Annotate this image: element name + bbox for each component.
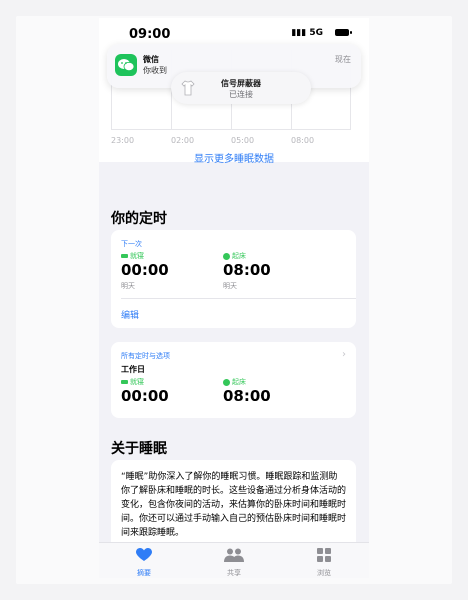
bed-icon xyxy=(121,254,128,258)
next-heading: 下一次 xyxy=(121,240,142,248)
signal-blocker-popup[interactable]: 信号屏蔽器 已连接 xyxy=(171,72,311,104)
notification-body: 你收到 xyxy=(143,66,167,75)
card-divider xyxy=(121,298,356,299)
heart-icon xyxy=(136,548,152,561)
next-wake-day: 明天 xyxy=(223,282,237,290)
tab-label: 摘要 xyxy=(137,569,151,577)
wake-label: 起床 xyxy=(223,251,246,261)
popup-title: 信号屏蔽器 xyxy=(221,79,261,88)
status-time: 09:00 xyxy=(129,27,171,42)
edit-button[interactable]: 编辑 xyxy=(121,308,139,321)
alarm-icon xyxy=(223,378,230,386)
next-schedule-card: 下一次 就寝 00:00 明天 起床 08:00 明天 编辑 xyxy=(111,230,356,328)
wechat-notification[interactable]: 微信 你收到 现在 信号屏蔽器 已连接 xyxy=(107,44,361,104)
all-schedules-link[interactable]: 所有定时与选项 xyxy=(121,351,170,361)
chart-tick-label: 08:00 xyxy=(291,136,315,145)
popup-status: 已连接 xyxy=(229,90,253,99)
alarm-icon xyxy=(223,252,230,260)
bed-icon xyxy=(121,380,128,384)
all-schedules-card[interactable]: 所有定时与选项 › 工作日 就寝 00:00 起床 08:00 xyxy=(111,342,356,418)
tab-browse[interactable]: 浏览 xyxy=(294,547,354,578)
workday-bedtime: 00:00 xyxy=(121,387,169,405)
about-title: 关于睡眠 xyxy=(111,441,167,457)
bedtime-label: 就寝 xyxy=(121,251,144,261)
tab-label: 共享 xyxy=(227,569,241,577)
show-more-sleep-data-link[interactable]: 显示更多睡眠数据 xyxy=(99,150,369,165)
next-bedtime: 00:00 xyxy=(121,261,169,279)
about-text: “睡眠”助你深入了解你的睡眠习惯。睡眠跟踪和监测助你了解卧床和睡眠的时长。这些设… xyxy=(121,472,347,538)
signal-indicator: ▮▮▮ 5G xyxy=(291,28,323,38)
tab-bar: 摘要 共享 浏览 xyxy=(99,542,369,578)
next-bedtime-day: 明天 xyxy=(121,282,135,290)
signal-bars-icon: ▮▮▮ xyxy=(291,28,307,38)
wechat-icon xyxy=(115,54,137,76)
chart-tick-label: 05:00 xyxy=(231,136,255,145)
workday-label: 工作日 xyxy=(121,365,145,374)
people-icon xyxy=(224,548,244,562)
chevron-right-icon: › xyxy=(342,349,346,360)
wake-label: 起床 xyxy=(223,377,246,387)
workday-wake: 08:00 xyxy=(223,387,271,405)
notification-app-name: 微信 xyxy=(143,55,159,64)
network-type: 5G xyxy=(309,28,323,38)
notification-time: 现在 xyxy=(335,55,351,64)
grid-icon xyxy=(317,548,331,562)
phone-screen: 23:00 02:00 05:00 08:00 09:00 ▮▮▮ 5G 微信 … xyxy=(99,18,369,578)
tab-summary[interactable]: 摘要 xyxy=(114,547,174,578)
chart-tick-label: 02:00 xyxy=(171,136,195,145)
battery-icon xyxy=(335,29,352,36)
tab-label: 浏览 xyxy=(317,569,331,577)
next-wake: 08:00 xyxy=(223,261,271,279)
tab-sharing[interactable]: 共享 xyxy=(204,547,264,578)
chart-tick-label: 23:00 xyxy=(111,136,135,145)
schedule-title: 你的定时 xyxy=(111,211,167,227)
bedtime-label: 就寝 xyxy=(121,377,144,387)
